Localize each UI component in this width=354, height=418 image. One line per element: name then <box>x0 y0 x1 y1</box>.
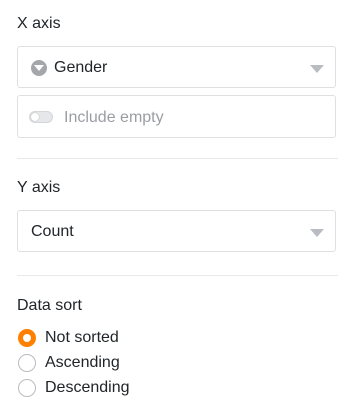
sort-option-label: Ascending <box>45 354 120 371</box>
single-select-field-icon <box>31 60 47 76</box>
radio-selected-icon[interactable] <box>18 329 36 347</box>
divider <box>17 158 338 159</box>
y-axis-select[interactable]: Count <box>17 210 336 252</box>
sort-option-label: Descending <box>45 379 130 396</box>
x-axis-label: X axis <box>17 15 61 32</box>
chevron-down-icon <box>310 65 324 73</box>
include-empty-option: Include empty <box>17 95 336 138</box>
x-axis-field-select[interactable]: Gender <box>17 46 336 88</box>
include-empty-toggle[interactable] <box>29 111 53 123</box>
x-axis-field-value: Gender <box>54 59 108 76</box>
divider <box>17 275 338 276</box>
toggle-knob <box>31 113 39 121</box>
radio-unselected-icon[interactable] <box>18 379 36 397</box>
sort-option-label: Not sorted <box>45 329 119 346</box>
radio-unselected-icon[interactable] <box>18 354 36 372</box>
y-axis-label: Y axis <box>17 179 61 196</box>
y-axis-value: Count <box>31 223 74 240</box>
data-sort-label: Data sort <box>17 297 82 314</box>
include-empty-label: Include empty <box>64 109 164 126</box>
chevron-down-icon <box>310 229 324 237</box>
